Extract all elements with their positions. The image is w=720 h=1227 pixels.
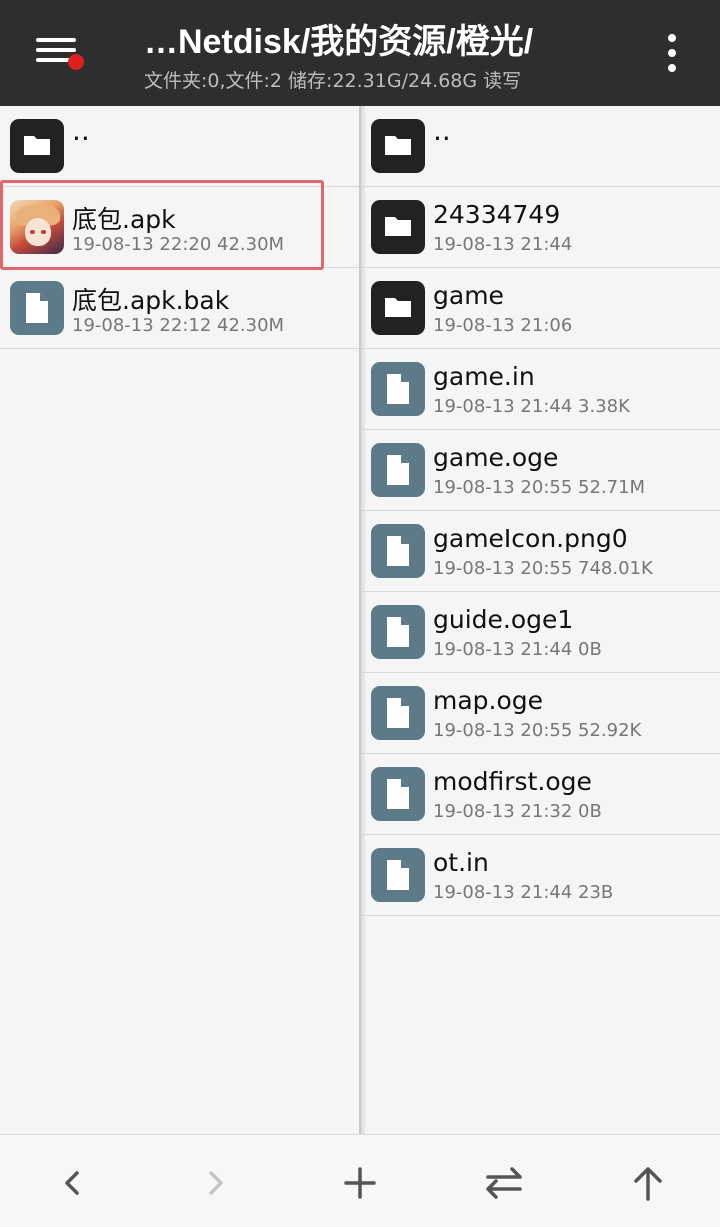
file-name: modfirst.oge	[433, 767, 592, 796]
file-row[interactable]: modfirst.oge 19-08-13 21:32 0B	[361, 754, 720, 835]
folder-icon	[371, 119, 425, 173]
right-file-pane: .. 24334749 19-08-13 21:44 game 19-08-13…	[361, 106, 720, 1134]
folder-icon	[371, 200, 425, 254]
forward-button[interactable]	[192, 1159, 240, 1207]
file-icon	[371, 605, 425, 659]
folder-icon	[371, 281, 425, 335]
file-icon	[371, 524, 425, 578]
file-icon	[10, 281, 64, 335]
file-name: guide.oge1	[433, 605, 574, 634]
file-meta: 19-08-13 22:12 42.30M	[72, 315, 285, 336]
back-icon	[65, 1171, 79, 1195]
swap-icon	[486, 1167, 522, 1199]
back-button[interactable]	[48, 1159, 96, 1207]
file-row[interactable]: game.oge 19-08-13 20:55 52.71M	[361, 430, 720, 511]
file-row-apk-bak[interactable]: 底包.apk.bak 19-08-13 22:12 42.30M	[0, 268, 359, 349]
apk-icon-eye	[30, 230, 35, 234]
file-name: game.in	[433, 362, 535, 391]
parent-directory-row[interactable]: ..	[361, 106, 720, 187]
file-name: 底包.apk.bak	[72, 286, 230, 315]
file-name: gameIcon.png0	[433, 524, 628, 553]
apk-icon-face	[25, 218, 51, 246]
hamburger-icon-bar	[36, 48, 76, 52]
file-row[interactable]: game.in 19-08-13 21:44 3.38K	[361, 349, 720, 430]
file-meta: 19-08-13 21:44	[433, 234, 573, 255]
left-file-pane: .. 底包.apk 19-08-13 22:20 42.30M 底包.apk.b…	[0, 106, 359, 1134]
file-name: game	[433, 281, 504, 310]
folder-row[interactable]: game 19-08-13 21:06	[361, 268, 720, 349]
file-meta: 19-08-13 21:44 0B	[433, 639, 602, 660]
more-vert-icon-dot	[668, 49, 676, 57]
file-meta: 19-08-13 20:55 52.71M	[433, 477, 646, 498]
file-meta: 19-08-13 20:55 748.01K	[433, 558, 653, 579]
file-meta: 19-08-13 21:32 0B	[433, 801, 602, 822]
file-icon	[371, 848, 425, 902]
file-icon	[371, 686, 425, 740]
more-options-button[interactable]	[652, 28, 692, 78]
folder-row[interactable]: 24334749 19-08-13 21:44	[361, 187, 720, 268]
file-icon	[371, 443, 425, 497]
file-name: ot.in	[433, 848, 489, 877]
parent-directory-button[interactable]	[624, 1159, 672, 1207]
file-meta: 19-08-13 20:55 52.92K	[433, 720, 642, 741]
menu-button[interactable]	[26, 26, 86, 76]
apk-app-icon	[10, 200, 64, 254]
file-row[interactable]: guide.oge1 19-08-13 21:44 0B	[361, 592, 720, 673]
file-icon	[371, 767, 425, 821]
apk-icon-eye	[41, 230, 46, 234]
top-app-bar: …Netdisk/我的资源/橙光/ 文件夹:0,文件:2 储存:22.31G/2…	[0, 0, 720, 106]
file-name: ..	[72, 114, 90, 147]
file-row[interactable]: map.oge 19-08-13 20:55 52.92K	[361, 673, 720, 754]
file-meta: 19-08-13 22:20 42.30M	[72, 234, 285, 255]
add-button[interactable]	[336, 1159, 384, 1207]
hamburger-icon	[36, 38, 76, 42]
file-row[interactable]: ot.in 19-08-13 21:44 23B	[361, 835, 720, 916]
file-icon	[371, 362, 425, 416]
forward-icon	[209, 1171, 223, 1195]
file-name: map.oge	[433, 686, 544, 715]
file-meta: 19-08-13 21:44 23B	[433, 882, 614, 903]
more-vert-icon	[668, 34, 676, 42]
storage-stats: 文件夹:0,文件:2 储存:22.31G/24.68G 读写	[144, 70, 522, 92]
file-name: ..	[433, 114, 451, 147]
file-name: 24334749	[433, 200, 561, 229]
more-vert-icon-dot	[668, 64, 676, 72]
file-name: 底包.apk	[72, 205, 176, 234]
file-name: game.oge	[433, 443, 559, 472]
bottom-toolbar	[0, 1134, 720, 1227]
swap-panes-button[interactable]	[480, 1159, 528, 1207]
file-row[interactable]: gameIcon.png0 19-08-13 20:55 748.01K	[361, 511, 720, 592]
up-arrow-icon	[634, 1167, 662, 1201]
file-meta: 19-08-13 21:44 3.38K	[433, 396, 630, 417]
file-row-apk[interactable]: 底包.apk 19-08-13 22:20 42.30M	[0, 187, 359, 268]
notification-dot	[68, 54, 84, 70]
current-path-title: …Netdisk/我的资源/橙光/	[144, 23, 534, 61]
parent-directory-row[interactable]: ..	[0, 106, 359, 187]
folder-icon	[10, 119, 64, 173]
plus-icon	[344, 1167, 376, 1199]
file-meta: 19-08-13 21:06	[433, 315, 573, 336]
